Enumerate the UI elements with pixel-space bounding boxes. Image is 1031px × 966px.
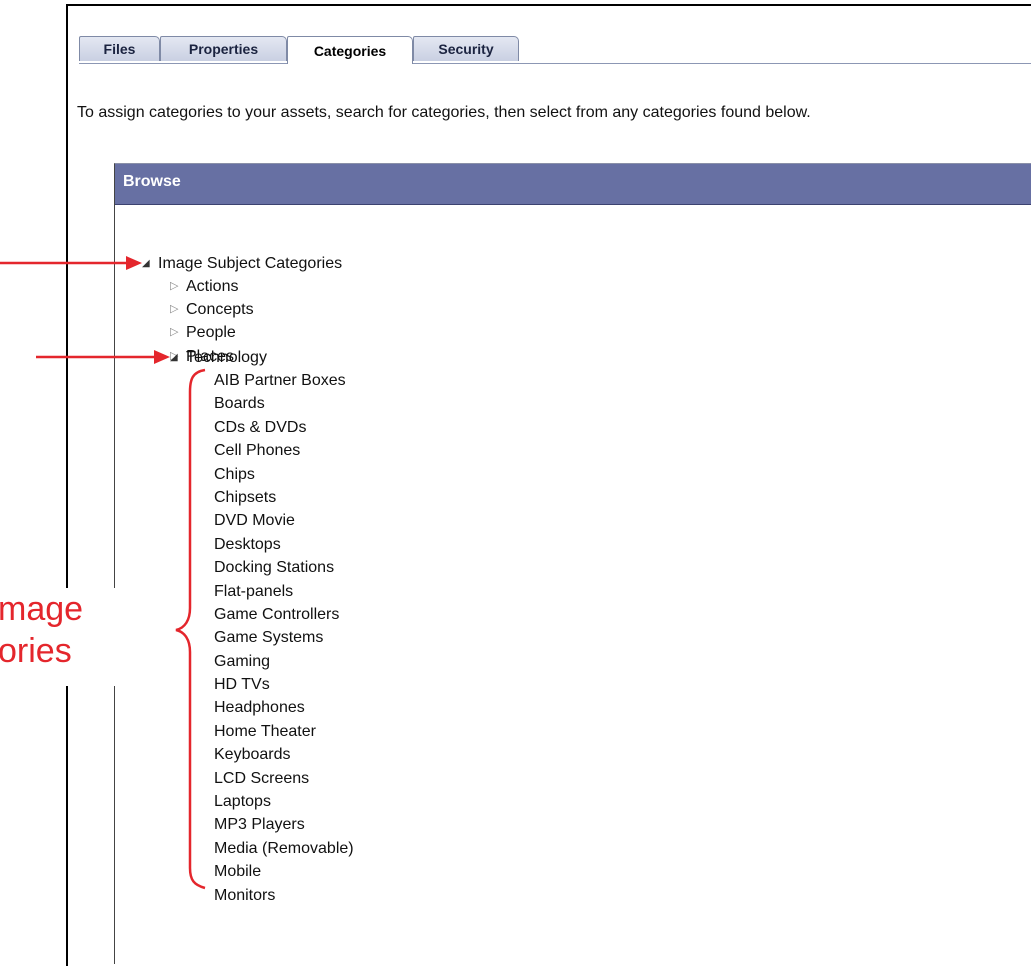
tab-files[interactable]: Files [79, 36, 160, 61]
category-item[interactable]: Headphones [214, 696, 354, 719]
triangle-down-icon[interactable]: ◢ [170, 346, 186, 369]
category-item[interactable]: Laptops [214, 790, 354, 813]
category-item[interactable]: Keyboards [214, 743, 354, 766]
tree-node-concepts[interactable]: ▷ Concepts [170, 298, 254, 321]
category-item[interactable]: Home Theater [214, 720, 354, 743]
tree-node-label: Image Subject Categories [158, 255, 343, 272]
tab-security[interactable]: Security [413, 36, 519, 61]
category-item[interactable]: Game Systems [214, 626, 354, 649]
category-item[interactable]: Chips [214, 463, 354, 486]
category-item[interactable]: LCD Screens [214, 767, 354, 790]
category-item[interactable]: Cell Phones [214, 439, 354, 462]
browse-panel-header: Browse [115, 164, 1031, 205]
tree-node-label: Actions [186, 278, 239, 295]
category-item[interactable]: Docking Stations [214, 556, 354, 579]
tree-node-technology[interactable]: ◢ Technology [170, 346, 267, 369]
category-item[interactable]: Monitors [214, 884, 354, 907]
triangle-right-icon[interactable]: ▷ [170, 321, 186, 344]
category-item[interactable]: Mobile [214, 860, 354, 883]
category-item[interactable]: Chipsets [214, 486, 354, 509]
triangle-right-icon[interactable]: ▷ [170, 275, 186, 298]
tab-categories[interactable]: Categories [287, 36, 413, 64]
category-item[interactable]: HD TVs [214, 673, 354, 696]
category-item[interactable]: Gaming [214, 650, 354, 673]
annotation-line-2: ories [0, 632, 72, 670]
tree-node-people[interactable]: ▷ People [170, 321, 236, 344]
tab-properties[interactable]: Properties [160, 36, 287, 61]
category-item[interactable]: Flat-panels [214, 580, 354, 603]
triangle-down-icon[interactable]: ◢ [142, 252, 158, 275]
category-item[interactable]: Media (Removable) [214, 837, 354, 860]
tree-node-image-subject-categories[interactable]: ◢ Image Subject Categories [142, 252, 342, 275]
tree-node-actions[interactable]: ▷ Actions [170, 275, 238, 298]
instructions-text: To assign categories to your assets, sea… [77, 104, 811, 121]
annotation-callout: mage ories [0, 588, 150, 686]
tree-node-label: People [186, 324, 236, 341]
category-item[interactable]: Game Controllers [214, 603, 354, 626]
tab-strip: Files Properties Categories Security [79, 36, 1031, 64]
category-item[interactable]: Desktops [214, 533, 354, 556]
category-item[interactable]: AIB Partner Boxes [214, 369, 354, 392]
tree-node-label: Technology [186, 349, 267, 366]
category-item[interactable]: Boards [214, 392, 354, 415]
tree-node-label: Concepts [186, 301, 254, 318]
triangle-right-icon[interactable]: ▷ [170, 298, 186, 321]
category-item[interactable]: DVD Movie [214, 509, 354, 532]
annotation-line-1: mage [0, 590, 84, 628]
category-item[interactable]: MP3 Players [214, 813, 354, 836]
technology-category-list: AIB Partner Boxes Boards CDs & DVDs Cell… [214, 369, 354, 907]
category-item[interactable]: CDs & DVDs [214, 416, 354, 439]
